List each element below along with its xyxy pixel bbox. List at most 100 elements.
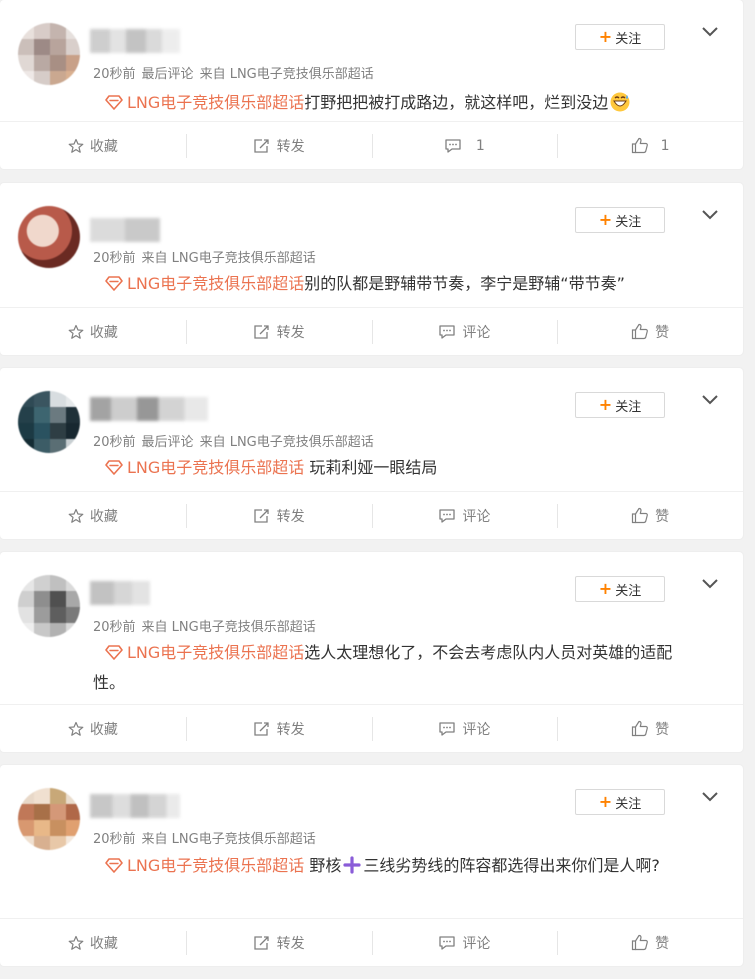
repost-icon — [253, 721, 269, 736]
chevron-down-icon[interactable] — [701, 576, 719, 590]
repost-button[interactable]: 转发 — [185, 930, 372, 955]
post-time[interactable]: 20秒前 — [93, 67, 136, 82]
repost-label: 转发 — [276, 935, 305, 952]
repost-icon — [253, 508, 269, 523]
purple-plus-icon — [343, 856, 361, 874]
post-text: LNG电子竞技俱乐部超话别的队都是野辅带节奏，李宁是野辅“带节奏” — [93, 269, 707, 299]
avatar[interactable] — [18, 206, 80, 268]
post-time[interactable]: 20秒前 — [93, 435, 136, 450]
like-button[interactable]: 赞 — [557, 930, 743, 955]
like-button[interactable]: 1 — [557, 133, 743, 158]
comment-icon — [439, 324, 456, 339]
thumbs-up-icon — [631, 137, 648, 154]
like-label: 赞 — [655, 324, 670, 341]
post-source[interactable]: 来自 LNG电子竞技俱乐部超话 — [142, 620, 316, 635]
comment-button[interactable]: 评论 — [371, 716, 558, 741]
comment-label: 评论 — [462, 721, 491, 738]
comment-label: 评论 — [462, 935, 491, 952]
favorite-label: 收藏 — [89, 721, 118, 738]
supertopic-link[interactable]: LNG电子竞技俱乐部超话 — [127, 274, 304, 293]
supertopic-link[interactable]: LNG电子竞技俱乐部超话 — [127, 856, 304, 875]
favorite-button[interactable]: 收藏 — [0, 719, 186, 739]
repost-label: 转发 — [276, 324, 305, 341]
post-card: 20秒前 最后评论 来自 LNG电子竞技俱乐部超话 LNG电子竞技俱乐部超话 玩莉利… — [0, 368, 743, 539]
star-icon — [68, 935, 84, 950]
follow-button[interactable]: + 关注 — [575, 392, 665, 418]
avatar[interactable] — [18, 575, 80, 637]
post-source[interactable]: 来自 LNG电子竞技俱乐部超话 — [142, 832, 316, 847]
repost-button[interactable]: 转发 — [185, 503, 372, 528]
follow-button[interactable]: + 关注 — [575, 576, 665, 602]
favorite-label: 收藏 — [89, 324, 118, 341]
post-card: 20秒前 来自 LNG电子竞技俱乐部超话 LNG电子竞技俱乐部超话 野核 三线劣势线… — [0, 765, 743, 966]
favorite-button[interactable]: 收藏 — [0, 322, 186, 342]
comment-count: 1 — [475, 137, 485, 154]
username-blurred[interactable] — [90, 397, 208, 421]
post-actions: 收藏 转发 评论 赞 — [0, 918, 743, 966]
comment-label: 评论 — [462, 324, 491, 341]
repost-button[interactable]: 转发 — [185, 319, 372, 344]
like-label: 赞 — [655, 721, 670, 738]
post-text: LNG电子竞技俱乐部超话打野把把被打成路边，就这样吧，烂到没边 — [93, 88, 707, 118]
repost-button[interactable]: 转发 — [185, 133, 372, 158]
post-body-end: 三线劣势线的阵容都选得出来你们是人啊? — [363, 856, 660, 875]
favorite-button[interactable]: 收藏 — [0, 136, 186, 156]
supertopic-link[interactable]: LNG电子竞技俱乐部超话 — [127, 643, 304, 662]
avatar[interactable] — [18, 788, 80, 850]
username-blurred[interactable] — [90, 29, 180, 53]
post-source[interactable]: 来自 LNG电子竞技俱乐部超话 — [200, 435, 374, 450]
favorite-button[interactable]: 收藏 — [0, 933, 186, 953]
favorite-button[interactable]: 收藏 — [0, 506, 186, 526]
plus-icon: + — [598, 579, 613, 598]
post-body: 玩莉利娅一眼结局 — [304, 458, 438, 477]
repost-button[interactable]: 转发 — [185, 716, 372, 741]
like-button[interactable]: 赞 — [557, 503, 743, 528]
post-source[interactable]: 来自 LNG电子竞技俱乐部超话 — [200, 67, 374, 82]
last-comment-label: 最后评论 — [141, 435, 194, 450]
supertopic-diamond-icon — [105, 95, 123, 110]
chevron-down-icon[interactable] — [701, 392, 719, 406]
comment-button[interactable]: 评论 — [371, 930, 558, 955]
comment-label: 评论 — [462, 508, 491, 525]
like-button[interactable]: 赞 — [557, 716, 743, 741]
post-meta: 20秒前 来自 LNG电子竞技俱乐部超话 — [93, 828, 322, 847]
follow-button[interactable]: + 关注 — [575, 789, 665, 815]
repost-label: 转发 — [276, 721, 305, 738]
post-meta: 20秒前 来自 LNG电子竞技俱乐部超话 — [93, 247, 322, 266]
grinning-sweat-emoji-icon — [610, 92, 630, 112]
like-count: 1 — [660, 137, 670, 154]
thumbs-up-icon — [632, 720, 648, 737]
post-actions: 收藏 转发 1 1 — [0, 121, 743, 169]
supertopic-link[interactable]: LNG电子竞技俱乐部超话 — [127, 458, 304, 477]
follow-button[interactable]: + 关注 — [575, 24, 665, 50]
supertopic-diamond-icon — [105, 645, 123, 660]
chevron-down-icon[interactable] — [701, 207, 719, 221]
username-blurred[interactable] — [90, 794, 180, 818]
supertopic-link[interactable]: LNG电子竞技俱乐部超话 — [127, 93, 304, 112]
username-blurred[interactable] — [90, 581, 150, 605]
username-blurred[interactable] — [90, 218, 160, 242]
supertopic-diamond-icon — [105, 858, 123, 873]
post-time[interactable]: 20秒前 — [93, 620, 136, 635]
avatar[interactable] — [18, 23, 80, 85]
comment-icon — [439, 935, 456, 950]
post-source[interactable]: 来自 LNG电子竞技俱乐部超话 — [142, 251, 316, 266]
comment-button[interactable]: 评论 — [371, 319, 558, 344]
post-actions: 收藏 转发 评论 赞 — [0, 491, 743, 539]
comment-button[interactable]: 1 — [371, 133, 558, 158]
chevron-down-icon[interactable] — [701, 24, 719, 38]
post-card: 20秒前 来自 LNG电子竞技俱乐部超话 LNG电子竞技俱乐部超话选人太理想化了，… — [0, 552, 743, 752]
chevron-down-icon[interactable] — [701, 789, 719, 803]
plus-icon: + — [598, 395, 613, 414]
repost-icon — [253, 138, 269, 153]
post-time[interactable]: 20秒前 — [93, 251, 136, 266]
repost-icon — [253, 324, 269, 339]
like-button[interactable]: 赞 — [557, 319, 743, 344]
avatar[interactable] — [18, 391, 80, 453]
comment-button[interactable]: 评论 — [371, 503, 558, 528]
follow-button[interactable]: + 关注 — [575, 207, 665, 233]
repost-icon — [253, 935, 269, 950]
post-actions: 收藏 转发 评论 赞 — [0, 704, 743, 752]
plus-icon: + — [598, 792, 613, 811]
post-time[interactable]: 20秒前 — [93, 832, 136, 847]
